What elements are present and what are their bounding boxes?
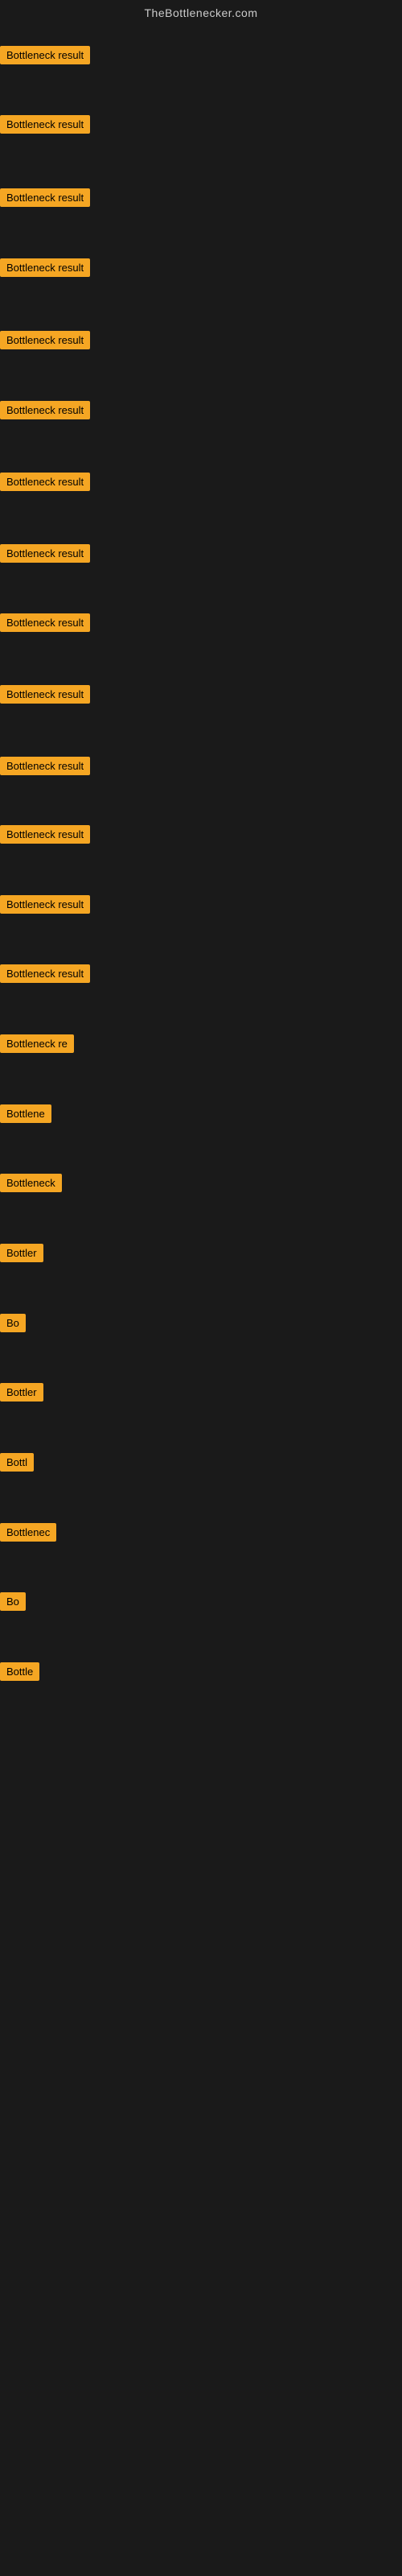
- badge-container-18: Bottler: [0, 1244, 43, 1266]
- bottleneck-badge-14[interactable]: Bottleneck result: [0, 964, 90, 983]
- badge-container-1: Bottleneck result: [0, 46, 90, 68]
- bottleneck-badge-4[interactable]: Bottleneck result: [0, 258, 90, 277]
- badge-container-17: Bottleneck: [0, 1174, 62, 1196]
- badge-container-13: Bottleneck result: [0, 895, 90, 918]
- bottleneck-badge-19[interactable]: Bo: [0, 1314, 26, 1332]
- badge-container-19: Bo: [0, 1314, 26, 1336]
- bottleneck-badge-3[interactable]: Bottleneck result: [0, 188, 90, 207]
- bottleneck-badge-10[interactable]: Bottleneck result: [0, 685, 90, 704]
- bottleneck-badge-7[interactable]: Bottleneck result: [0, 473, 90, 491]
- badge-container-16: Bottlene: [0, 1104, 51, 1127]
- site-title: TheBottlenecker.com: [0, 0, 402, 23]
- badge-container-7: Bottleneck result: [0, 473, 90, 495]
- bottleneck-badge-15[interactable]: Bottleneck re: [0, 1034, 74, 1053]
- bottleneck-badge-16[interactable]: Bottlene: [0, 1104, 51, 1123]
- bottleneck-badge-12[interactable]: Bottleneck result: [0, 825, 90, 844]
- badge-container-6: Bottleneck result: [0, 401, 90, 423]
- bottleneck-badge-18[interactable]: Bottler: [0, 1244, 43, 1262]
- bottleneck-badge-24[interactable]: Bottle: [0, 1662, 39, 1681]
- bottleneck-badge-8[interactable]: Bottleneck result: [0, 544, 90, 563]
- badge-container-24: Bottle: [0, 1662, 39, 1685]
- bottleneck-badge-6[interactable]: Bottleneck result: [0, 401, 90, 419]
- badge-container-3: Bottleneck result: [0, 188, 90, 211]
- bottleneck-badge-9[interactable]: Bottleneck result: [0, 613, 90, 632]
- badge-container-22: Bottlenec: [0, 1523, 56, 1546]
- bottleneck-badge-23[interactable]: Bo: [0, 1592, 26, 1611]
- badge-container-8: Bottleneck result: [0, 544, 90, 567]
- bottleneck-badge-17[interactable]: Bottleneck: [0, 1174, 62, 1192]
- bottleneck-badge-13[interactable]: Bottleneck result: [0, 895, 90, 914]
- badge-container-12: Bottleneck result: [0, 825, 90, 848]
- bottleneck-badge-21[interactable]: Bottl: [0, 1453, 34, 1472]
- bottleneck-badge-20[interactable]: Bottler: [0, 1383, 43, 1402]
- bottleneck-badge-11[interactable]: Bottleneck result: [0, 757, 90, 775]
- badge-container-14: Bottleneck result: [0, 964, 90, 987]
- badge-container-23: Bo: [0, 1592, 26, 1615]
- badge-container-4: Bottleneck result: [0, 258, 90, 281]
- bottleneck-badge-2[interactable]: Bottleneck result: [0, 115, 90, 134]
- bottleneck-badge-1[interactable]: Bottleneck result: [0, 46, 90, 64]
- badge-container-15: Bottleneck re: [0, 1034, 74, 1057]
- badge-container-2: Bottleneck result: [0, 115, 90, 138]
- badge-container-21: Bottl: [0, 1453, 34, 1476]
- badge-container-5: Bottleneck result: [0, 331, 90, 353]
- badge-container-9: Bottleneck result: [0, 613, 90, 636]
- badge-container-11: Bottleneck result: [0, 757, 90, 779]
- badge-container-10: Bottleneck result: [0, 685, 90, 708]
- badge-container-20: Bottler: [0, 1383, 43, 1406]
- bottleneck-badge-5[interactable]: Bottleneck result: [0, 331, 90, 349]
- bottleneck-badge-22[interactable]: Bottlenec: [0, 1523, 56, 1542]
